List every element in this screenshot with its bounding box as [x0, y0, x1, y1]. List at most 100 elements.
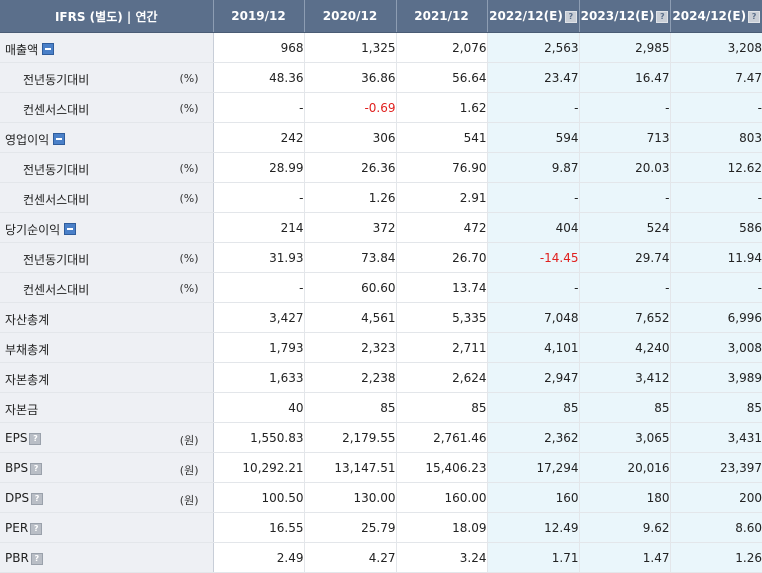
row-header: BPS? (원): [0, 452, 214, 483]
value-cell: 404: [487, 212, 580, 243]
value-cell: -: [670, 182, 762, 213]
value-cell: 76.90: [396, 152, 488, 183]
help-icon[interactable]: ?: [748, 11, 761, 23]
value-cell: 73.84: [304, 242, 397, 273]
table-row-capital-stock: 자본금 40 85 85 85 85 85: [0, 392, 762, 423]
value-cell: 372: [304, 212, 397, 243]
value-cell: 56.64: [396, 62, 488, 93]
value-cell: 85: [487, 392, 580, 423]
collapse-minus-icon[interactable]: [53, 133, 66, 145]
value-cell: 472: [396, 212, 488, 243]
value-cell: 31.93: [213, 242, 305, 273]
row-label-text: DPS: [5, 491, 30, 505]
row-header: 전년동기대비 (%): [0, 242, 214, 273]
value-cell: 3.24: [396, 542, 488, 573]
row-label-text: 영업이익: [5, 133, 50, 147]
row-label-text: 컨센서스대비: [23, 193, 90, 207]
row-header: 전년동기대비 (%): [0, 62, 214, 93]
value-cell: 2,947: [487, 362, 580, 393]
value-cell: -14.45: [487, 242, 580, 273]
help-icon[interactable]: ?: [31, 493, 44, 505]
value-cell: 26.36: [304, 152, 397, 183]
row-label-text: 컨센서스대비: [23, 103, 90, 117]
unit-label: (원): [179, 464, 199, 477]
row-header: 부채총계: [0, 332, 214, 363]
value-cell: 2,179.55: [304, 422, 397, 453]
row-label-text: 컨센서스대비: [23, 283, 90, 297]
value-cell: 2,761.46: [396, 422, 488, 453]
value-cell: 85: [396, 392, 488, 423]
row-label: 컨센서스대비: [23, 281, 89, 298]
row-header: 자산총계: [0, 302, 214, 333]
row-label-text: 부채총계: [5, 343, 50, 357]
unit-label: (원): [179, 434, 199, 447]
value-cell: 7,048: [487, 302, 580, 333]
value-cell: 3,412: [579, 362, 671, 393]
value-cell: 2,323: [304, 332, 397, 363]
collapse-minus-icon[interactable]: [42, 43, 55, 55]
row-header: 자본총계: [0, 362, 214, 393]
row-label-text: 전년동기대비: [23, 253, 90, 267]
table-title: IFRS (별도) | 연간: [0, 0, 214, 33]
value-cell: 968: [213, 32, 305, 63]
value-cell: 100.50: [213, 482, 305, 513]
help-icon[interactable]: ?: [29, 433, 42, 445]
row-label: 매출액: [5, 41, 55, 58]
value-cell: 803: [670, 122, 762, 153]
value-cell: 16.47: [579, 62, 671, 93]
value-cell: 12.49: [487, 512, 580, 543]
period-2023e: 2023/12(E)?: [579, 0, 671, 33]
row-header: 매출액: [0, 32, 214, 63]
value-cell: 13,147.51: [304, 452, 397, 483]
collapse-minus-icon[interactable]: [64, 223, 77, 235]
unit-label: (원): [179, 494, 199, 507]
value-cell: 60.60: [304, 272, 397, 303]
row-label: 컨센서스대비: [23, 191, 89, 208]
table-row-op-income: 영업이익 242 306 541 594 713 803: [0, 122, 762, 153]
value-cell: 2,362: [487, 422, 580, 453]
value-cell: 40: [213, 392, 305, 423]
help-icon[interactable]: ?: [30, 523, 43, 535]
value-cell: 3,427: [213, 302, 305, 333]
table-row-total-equity: 자본총계 1,633 2,238 2,624 2,947 3,412 3,989: [0, 362, 762, 393]
row-header: 자본금: [0, 392, 214, 423]
row-header: 영업이익: [0, 122, 214, 153]
table-row-total-assets: 자산총계 3,427 4,561 5,335 7,048 7,652 6,996: [0, 302, 762, 333]
value-cell: 2.91: [396, 182, 488, 213]
help-icon[interactable]: ?: [564, 11, 577, 23]
row-header: PBR?: [0, 542, 214, 573]
value-cell: -: [670, 92, 762, 123]
period-2021: 2021/12: [396, 0, 488, 33]
row-label: 전년동기대비: [23, 251, 89, 268]
value-cell: 1.26: [670, 542, 762, 573]
value-cell: -: [579, 182, 671, 213]
row-label-text: 전년동기대비: [23, 73, 90, 87]
table-row-net-income: 당기순이익 214 372 472 404 524 586: [0, 212, 762, 243]
value-cell: 3,008: [670, 332, 762, 363]
value-cell: 1.47: [579, 542, 671, 573]
value-cell: 180: [579, 482, 671, 513]
help-icon[interactable]: ?: [30, 463, 43, 475]
row-header: 컨센서스대비 (%): [0, 272, 214, 303]
row-label-text: BPS: [5, 461, 29, 475]
period-label: 2022/12(E): [489, 9, 563, 23]
table-row-op-income-yoy: 전년동기대비 (%) 28.99 26.36 76.90 9.87 20.03 12.62: [0, 152, 762, 183]
help-icon[interactable]: ?: [30, 553, 43, 565]
table-row-op-income-consensus: 컨센서스대비 (%) -1.26 2.91- - -: [0, 182, 762, 213]
value-cell: 2,238: [304, 362, 397, 393]
value-cell: 4,561: [304, 302, 397, 333]
value-cell: 6,996: [670, 302, 762, 333]
value-cell: -: [487, 92, 580, 123]
row-label: EPS?: [5, 431, 42, 445]
row-label-text: 자산총계: [5, 313, 50, 327]
value-cell: 3,065: [579, 422, 671, 453]
value-cell: 25.79: [304, 512, 397, 543]
unit-label: (%): [179, 162, 199, 175]
row-label-text: 전년동기대비: [23, 163, 90, 177]
value-cell: 524: [579, 212, 671, 243]
value-cell: 16.55: [213, 512, 305, 543]
value-cell: -: [487, 182, 580, 213]
table-row-revenue-consensus: 컨센서스대비 (%) - -0.69 1.62- - -: [0, 92, 762, 123]
value-cell: 13.74: [396, 272, 488, 303]
help-icon[interactable]: ?: [656, 11, 669, 23]
